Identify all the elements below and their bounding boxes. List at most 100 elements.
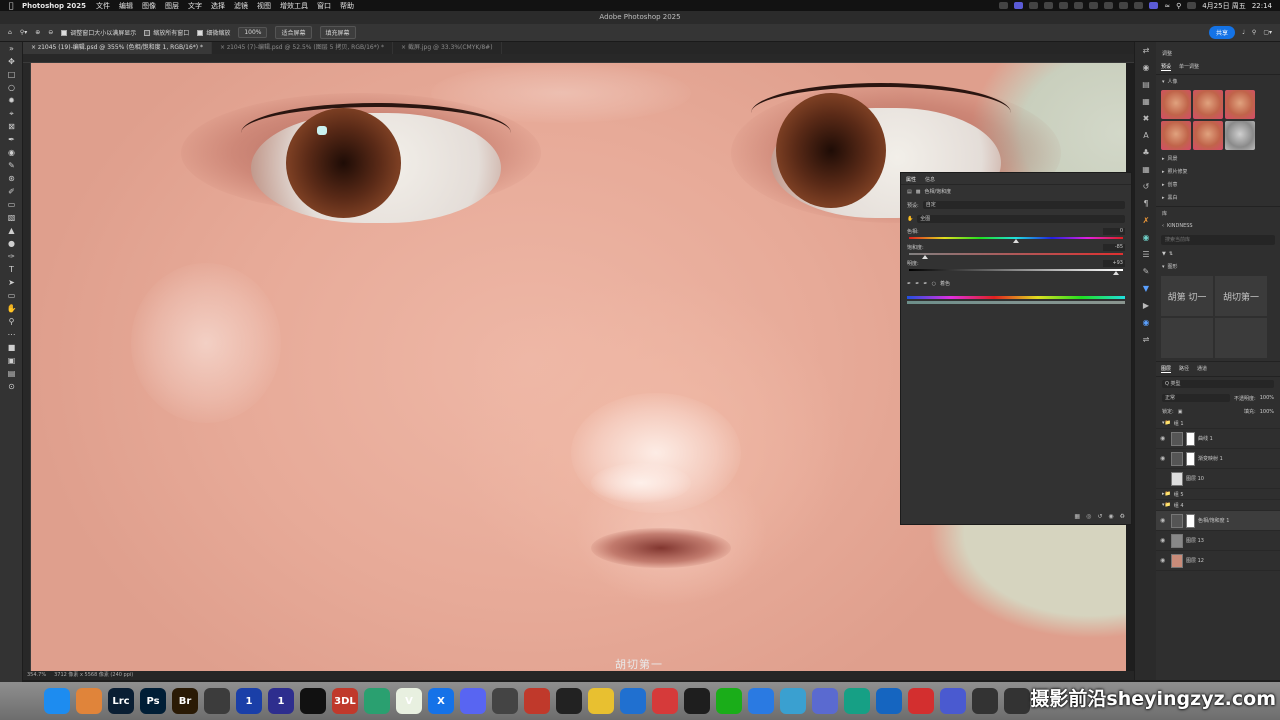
baidu-netdisk-icon[interactable] <box>748 688 774 714</box>
filter-icon[interactable]: ▼ <box>1162 251 1166 257</box>
netease-music-icon[interactable] <box>908 688 934 714</box>
graphic-item[interactable]: 胡第 切一 <box>1161 276 1213 316</box>
tab-layers[interactable]: 图层 <box>1161 365 1172 373</box>
fill-screen-button[interactable]: 填充屏幕 <box>319 26 356 39</box>
preset-thumbnail[interactable] <box>1193 121 1223 150</box>
search-icon[interactable]: ⚲ <box>1252 29 1256 36</box>
navigate-icon[interactable] <box>876 688 902 714</box>
clone-stamp-tool-icon[interactable]: ⊛ <box>0 172 23 185</box>
tray-app-icon[interactable] <box>1134 2 1144 9</box>
wechat-icon[interactable] <box>716 688 742 714</box>
section-bw[interactable]: ▸ 黑白 <box>1156 191 1280 204</box>
section-photo-repair[interactable]: ▸ 照片修复 <box>1156 165 1280 178</box>
lightness-slider-thumb[interactable] <box>1112 271 1119 275</box>
cc-icon[interactable]: ◉ <box>1135 314 1157 331</box>
eyedropper-minus-icon[interactable]: ✒ <box>923 281 927 287</box>
eyedropper-tool-icon[interactable]: ✒ <box>0 133 23 146</box>
tray-app-icon[interactable] <box>999 2 1009 9</box>
type-tool-icon[interactable]: T <box>0 263 23 276</box>
preset-thumbnail[interactable] <box>1161 90 1191 119</box>
tray-app-icon[interactable] <box>1059 2 1069 9</box>
zoom-tool-icon[interactable]: ⚲▾ <box>20 29 27 36</box>
history-brush-tool-icon[interactable]: ✐ <box>0 185 23 198</box>
layer-row[interactable]: ▾📁 组 4 <box>1156 500 1280 511</box>
menubar-date[interactable]: 4月25日 周五 <box>1202 1 1246 11</box>
section-portrait[interactable]: ▾ 人像 <box>1156 75 1280 88</box>
menu-help[interactable]: 帮助 <box>340 1 354 11</box>
library-search-input[interactable]: 搜索当前库 <box>1161 235 1275 245</box>
eye-icon[interactable]: ◉ <box>1160 435 1168 442</box>
color-swatch-icon[interactable]: ■ <box>0 341 23 354</box>
tab-info[interactable]: 信息 <box>925 176 935 184</box>
finder-icon[interactable] <box>44 688 70 714</box>
screen-mode-icon[interactable]: ▤ <box>0 367 23 380</box>
menu-window[interactable]: 窗口 <box>317 1 331 11</box>
tab-properties[interactable]: 属性 <box>906 176 916 184</box>
bird-icon[interactable] <box>780 688 806 714</box>
launchpad-icon[interactable] <box>76 688 102 714</box>
record-icon[interactable] <box>524 688 550 714</box>
capcut-icon[interactable] <box>300 688 326 714</box>
menu-type[interactable]: 文字 <box>188 1 202 11</box>
search-app-icon[interactable] <box>1004 688 1030 714</box>
tab-paths[interactable]: 路径 <box>1179 365 1189 373</box>
layer-row[interactable]: ◉ 图层 12 <box>1156 551 1280 571</box>
quick-select-tool-icon[interactable]: ✹ <box>0 94 23 107</box>
graphic-item[interactable]: 胡切第一 <box>1215 276 1267 316</box>
tab-single-adjust[interactable]: 单一调整 <box>1179 63 1199 71</box>
menubar-time[interactable]: 22:14 <box>1252 2 1272 10</box>
arrange-icon[interactable]: ⇄ <box>1135 42 1157 59</box>
actions-icon[interactable]: ▶ <box>1135 297 1157 314</box>
app-menu[interactable]: Photoshop 2025 <box>22 2 86 10</box>
quick-mask-icon[interactable]: ▣ <box>0 354 23 367</box>
palette-icon[interactable] <box>492 688 518 714</box>
menu-plugins[interactable]: 增效工具 <box>280 1 308 11</box>
targeted-adjust-icon[interactable]: ✋ <box>907 216 913 222</box>
sort-icon[interactable]: ⇅ <box>1169 251 1173 257</box>
view-previous-icon[interactable]: ◎ <box>1086 513 1091 520</box>
scrubby-zoom-option[interactable]: 细微缩放 <box>197 28 230 37</box>
saturation-slider[interactable] <box>909 253 1123 259</box>
apple-icon[interactable]:  <box>0 1 22 10</box>
eye-icon[interactable]: ◉ <box>1160 455 1168 462</box>
section-landscape[interactable]: ▸ 风景 <box>1156 152 1280 165</box>
more-tools-icon[interactable]: ⋯ <box>0 328 23 341</box>
adjust-icon[interactable]: ☰ <box>1135 246 1157 263</box>
preset-thumbnail[interactable] <box>1225 90 1255 119</box>
saturation-slider-thumb[interactable] <box>922 255 929 259</box>
layer-mask-thumb[interactable] <box>1186 451 1195 466</box>
mask-icon[interactable]: ▩ <box>916 189 921 195</box>
vectorize-icon[interactable]: V <box>396 688 422 714</box>
navigator-icon[interactable]: ▼ <box>1135 280 1157 297</box>
zoom-tool-icon[interactable]: ⚲ <box>0 315 23 328</box>
hue-input[interactable]: 0 <box>1103 228 1125 235</box>
hue-slider[interactable] <box>909 237 1123 243</box>
tray-app-icon[interactable] <box>1149 2 1159 9</box>
layer-row[interactable]: ◉ 曲线 1 <box>1156 429 1280 449</box>
history-icon[interactable]: ↺ <box>1135 178 1157 195</box>
preset-select[interactable]: 自定 <box>922 201 1125 209</box>
blur-tool-icon[interactable]: ▲ <box>0 224 23 237</box>
layer-row[interactable]: 图层 10 <box>1156 469 1280 489</box>
menu-image[interactable]: 图像 <box>142 1 156 11</box>
3d-icon[interactable]: ◉ <box>1135 59 1157 76</box>
eye-icon[interactable]: ◉ <box>1160 557 1168 564</box>
menu-filter[interactable]: 滤镜 <box>234 1 248 11</box>
path-select-tool-icon[interactable]: ➤ <box>0 276 23 289</box>
globe-icon[interactable] <box>620 688 646 714</box>
layer-mask-thumb[interactable] <box>1186 513 1195 528</box>
eyedropper-plus-icon[interactable]: ✒ <box>915 281 919 287</box>
library-select[interactable]: ‹ KINDNESS <box>1156 220 1280 232</box>
layer-mask-thumb[interactable] <box>1186 431 1195 446</box>
qq-icon[interactable] <box>684 688 710 714</box>
tab-presets[interactable]: 预设 <box>1161 63 1172 71</box>
zoom-100-button[interactable]: 100% <box>238 27 268 38</box>
search-icon[interactable]: ⚲ <box>1176 2 1181 10</box>
dodge-tool-icon[interactable]: ● <box>0 237 23 250</box>
checkbox-icon[interactable] <box>61 29 68 36</box>
hand-tool-icon[interactable]: ✋ <box>0 302 23 315</box>
collapse-icon[interactable]: » <box>0 42 23 55</box>
status-zoom[interactable]: 354.7% <box>27 671 46 680</box>
frame-tool-icon[interactable]: ⊠ <box>0 120 23 133</box>
discord-icon[interactable] <box>460 688 486 714</box>
